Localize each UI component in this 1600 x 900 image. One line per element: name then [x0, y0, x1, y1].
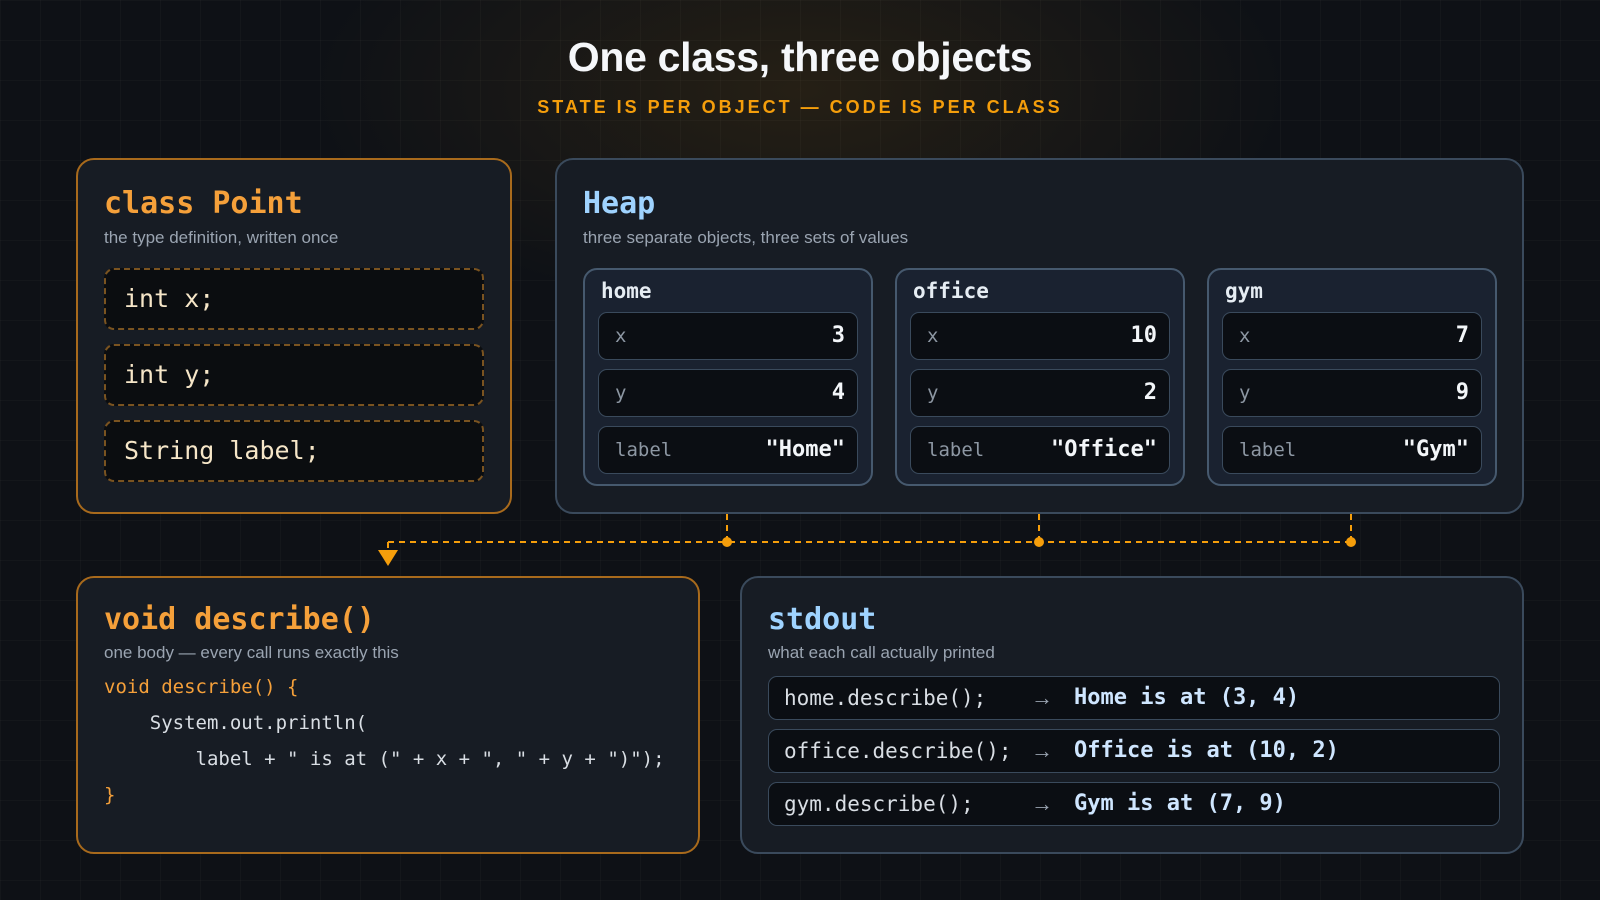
object-name: office — [913, 279, 989, 303]
object-field-row: x 3 — [598, 312, 858, 360]
stdout-line: home.describe(); → Home is at (3, 4) — [768, 676, 1500, 720]
field-value: 10 — [1130, 323, 1158, 348]
printed-output: Office is at (10, 2) — [1074, 738, 1339, 763]
object-gym: gym x 7 y 9 label "Gym" — [1207, 268, 1497, 486]
field-value: 7 — [1455, 323, 1469, 348]
object-field-row: y 4 — [598, 369, 858, 417]
stdout-panel: stdout what each call actually printed h… — [740, 576, 1524, 854]
arrow-right-icon: → — [1031, 685, 1053, 710]
method-call: home.describe(); — [784, 686, 987, 710]
object-office: office x 10 y 2 label "Office" — [895, 268, 1185, 486]
connector-dot-gym — [1346, 537, 1356, 547]
arrow-right-icon: → — [1031, 738, 1053, 763]
object-name: home — [601, 279, 652, 303]
method-call: office.describe(); — [784, 739, 1012, 763]
field-int-x: int x; — [104, 268, 484, 330]
field-value: "Home" — [765, 437, 845, 462]
field-value: "Office" — [1051, 437, 1157, 462]
code-line: void describe() { — [104, 676, 299, 698]
code-line: System.out.println( — [104, 712, 368, 734]
connector-dot-home — [722, 537, 732, 547]
code-line: } — [104, 784, 116, 806]
heap-title: Heap — [583, 186, 656, 221]
method-title: void describe() — [104, 602, 375, 637]
printed-output: Gym is at (7, 9) — [1074, 791, 1286, 816]
object-home: home x 3 y 4 label "Home" — [583, 268, 873, 486]
method-description: one body — every call runs exactly this — [104, 643, 399, 662]
object-field-row: y 9 — [1222, 369, 1482, 417]
printed-output: Home is at (3, 4) — [1074, 685, 1300, 710]
field-string-label: String label; — [104, 420, 484, 482]
method-panel: void describe() one body — every call ru… — [76, 576, 700, 854]
field-key: label — [927, 439, 985, 461]
field-value: 4 — [831, 380, 845, 405]
field-key: y — [927, 382, 939, 404]
heap-panel: Heap three separate objects, three sets … — [555, 158, 1524, 514]
object-field-row: label "Home" — [598, 426, 858, 474]
class-point-description: the type definition, written once — [104, 228, 339, 247]
arrow-right-icon: → — [1031, 791, 1053, 816]
field-value: 9 — [1455, 380, 1469, 405]
object-name: gym — [1225, 279, 1263, 303]
field-int-y: int y; — [104, 344, 484, 406]
field-value: 3 — [831, 323, 845, 348]
field-key: x — [1239, 325, 1251, 347]
stdout-title: stdout — [768, 602, 877, 637]
heap-description: three separate objects, three sets of va… — [583, 228, 909, 247]
stdout-description: what each call actually printed — [768, 643, 995, 662]
field-key: y — [1239, 382, 1251, 404]
object-field-row: label "Gym" — [1222, 426, 1482, 474]
object-field-row: x 10 — [910, 312, 1170, 360]
stdout-line: gym.describe(); → Gym is at (7, 9) — [768, 782, 1500, 826]
field-key: x — [927, 325, 939, 347]
method-call: gym.describe(); — [784, 792, 974, 816]
object-field-row: y 2 — [910, 369, 1170, 417]
object-field-row: label "Office" — [910, 426, 1170, 474]
arrowhead-icon — [378, 550, 398, 566]
field-key: label — [1239, 439, 1297, 461]
object-field-row: x 7 — [1222, 312, 1482, 360]
field-value: "Gym" — [1402, 437, 1469, 462]
field-key: y — [615, 382, 627, 404]
code-line: label + " is at (" + x + ", " + y + ")")… — [104, 748, 665, 770]
connector-dot-office — [1034, 537, 1044, 547]
field-value: 2 — [1143, 380, 1157, 405]
page-title: One class, three objects — [567, 34, 1033, 80]
stdout-line: office.describe(); → Office is at (10, 2… — [768, 729, 1500, 773]
class-point-title: class Point — [104, 186, 303, 221]
class-point-panel: class Point the type definition, written… — [76, 158, 512, 514]
page-subtitle: STATE IS PER OBJECT — CODE IS PER CLASS — [537, 97, 1063, 117]
field-key: x — [615, 325, 627, 347]
field-key: label — [615, 439, 673, 461]
